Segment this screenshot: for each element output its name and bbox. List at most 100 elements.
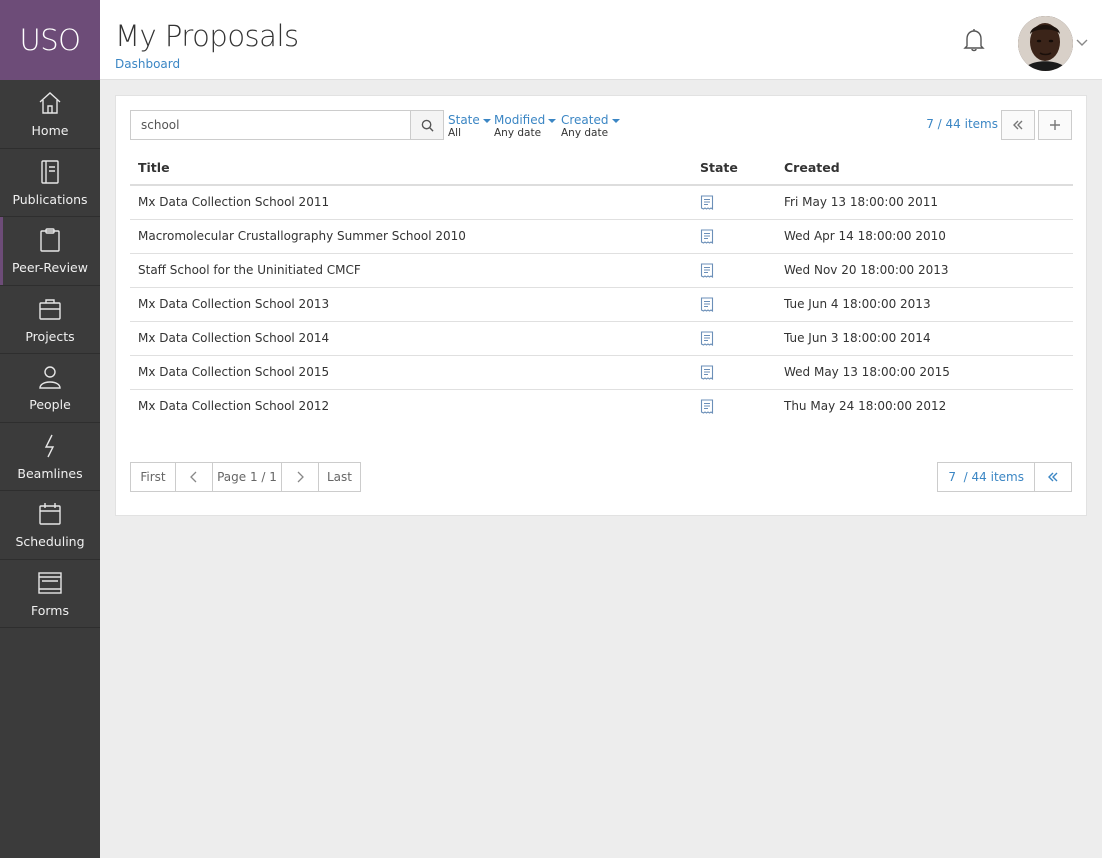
user-menu-toggle[interactable] bbox=[1075, 34, 1089, 46]
search-button[interactable] bbox=[410, 110, 444, 140]
sidebar-item-publications[interactable]: Publications bbox=[0, 149, 100, 217]
table-row[interactable]: Mx Data Collection School 2011 Fri May 13… bbox=[130, 185, 1073, 220]
table-row[interactable]: Mx Data Collection School 2014 Tue Jun 3 … bbox=[130, 321, 1073, 356]
sidebar-item-label: Projects bbox=[25, 328, 75, 344]
table-row[interactable]: Macromolecular Crustallography Summer Sc… bbox=[130, 219, 1073, 254]
bell-icon bbox=[963, 29, 985, 52]
document-icon bbox=[700, 399, 768, 414]
proposal-state bbox=[692, 355, 776, 390]
home-icon bbox=[39, 92, 61, 114]
proposal-state bbox=[692, 253, 776, 288]
proposal-state bbox=[692, 287, 776, 322]
brand-logo[interactable]: USO bbox=[0, 0, 100, 80]
document-icon bbox=[700, 296, 768, 312]
column-header-title[interactable]: Title bbox=[130, 150, 692, 186]
proposal-created: Tue Jun 3 18:00:00 2014 bbox=[776, 321, 1073, 356]
proposals-table: Title State Created Mx Data Collection S… bbox=[130, 150, 1073, 423]
last-page-button[interactable]: Last bbox=[318, 462, 361, 492]
prev-page-button[interactable] bbox=[175, 462, 213, 492]
person-icon bbox=[39, 366, 61, 389]
pagination-summary: 7 / 44 items bbox=[937, 462, 1072, 492]
proposal-state bbox=[692, 185, 776, 220]
proposals-card: State All Modified Any date Created Any … bbox=[115, 95, 1087, 516]
reset-list-button[interactable] bbox=[1001, 110, 1035, 140]
sidebar-item-projects[interactable]: Projects bbox=[0, 286, 100, 354]
clipboard-icon bbox=[40, 228, 60, 252]
page-indicator: Page 1 / 1 bbox=[212, 462, 282, 492]
sidebar-item-beamlines[interactable]: Beamlines bbox=[0, 423, 100, 491]
sidebar-item-forms[interactable]: Forms bbox=[0, 560, 100, 628]
item-count: 7 / 44 items bbox=[926, 117, 998, 131]
proposal-state bbox=[692, 389, 776, 423]
breadcrumb[interactable]: Dashboard bbox=[115, 57, 180, 71]
proposal-title[interactable]: Macromolecular Crustallography Summer Sc… bbox=[130, 219, 692, 254]
sidebar-item-label: Peer-Review bbox=[12, 260, 88, 276]
table-row[interactable]: Mx Data Collection School 2015 Wed May 13… bbox=[130, 355, 1073, 390]
filter-label: Modified bbox=[494, 113, 546, 127]
briefcase-icon bbox=[39, 299, 61, 320]
filter-state[interactable]: State All bbox=[448, 113, 491, 139]
chevron-left-icon bbox=[190, 471, 197, 483]
document-icon bbox=[700, 330, 768, 346]
notifications-button[interactable] bbox=[960, 26, 988, 54]
sidebar-item-label: Home bbox=[31, 123, 69, 139]
first-page-button[interactable]: First bbox=[130, 462, 176, 492]
proposal-title[interactable]: Mx Data Collection School 2015 bbox=[130, 355, 692, 390]
document-icon bbox=[700, 228, 768, 244]
filter-label: Created bbox=[561, 113, 609, 127]
sidebar: USO Home Publications Peer-Review Projec… bbox=[0, 0, 100, 858]
table-row[interactable]: Mx Data Collection School 2013 Tue Jun 4 … bbox=[130, 287, 1073, 322]
search-icon bbox=[421, 119, 434, 132]
caret-down-icon bbox=[611, 119, 620, 123]
item-count: 7 / 44 items bbox=[937, 462, 1035, 492]
filter-modified[interactable]: Modified Any date bbox=[494, 113, 557, 139]
proposal-created: Wed Nov 20 18:00:00 2013 bbox=[776, 253, 1073, 288]
proposal-title[interactable]: Mx Data Collection School 2013 bbox=[130, 287, 692, 322]
filter-value: Any date bbox=[561, 127, 609, 139]
column-header-created[interactable]: Created bbox=[776, 150, 1073, 186]
proposal-state bbox=[692, 219, 776, 254]
reset-list-button[interactable] bbox=[1035, 462, 1072, 492]
double-chevron-left-icon bbox=[1013, 120, 1023, 130]
proposal-title[interactable]: Staff School for the Uninitiated CMCF bbox=[130, 253, 692, 288]
proposal-title[interactable]: Mx Data Collection School 2014 bbox=[130, 321, 692, 356]
pagination: First Page 1 / 1 Last bbox=[130, 462, 361, 492]
avatar-image bbox=[1018, 16, 1073, 71]
proposal-title[interactable]: Mx Data Collection School 2011 bbox=[130, 185, 692, 220]
chevron-down-icon bbox=[1076, 39, 1088, 46]
search-input[interactable] bbox=[130, 110, 410, 140]
column-header-state[interactable]: State bbox=[692, 150, 776, 186]
filter-label: State bbox=[448, 113, 480, 127]
document-icon bbox=[700, 364, 768, 380]
proposal-created: Tue Jun 4 18:00:00 2013 bbox=[776, 287, 1073, 322]
sidebar-item-scheduling[interactable]: Scheduling bbox=[0, 491, 100, 560]
sidebar-item-home[interactable]: Home bbox=[0, 80, 100, 149]
proposal-state bbox=[692, 321, 776, 356]
sidebar-item-peer-review[interactable]: Peer-Review bbox=[0, 217, 100, 286]
chevron-right-icon bbox=[297, 471, 304, 483]
proposal-created: Thu May 24 18:00:00 2012 bbox=[784, 399, 947, 414]
sidebar-item-label: Scheduling bbox=[15, 534, 85, 550]
next-page-button[interactable] bbox=[281, 462, 319, 492]
sidebar-item-label: Forms bbox=[30, 602, 69, 618]
filter-created[interactable]: Created Any date bbox=[561, 113, 620, 139]
table-row[interactable]: Mx Data Collection School 2012 Thu May 24… bbox=[130, 389, 1073, 423]
forms-icon bbox=[38, 572, 62, 594]
caret-down-icon bbox=[548, 119, 557, 123]
proposal-created: Fri May 13 18:00:00 2011 bbox=[776, 185, 1073, 220]
sidebar-item-label: Beamlines bbox=[17, 465, 83, 481]
add-proposal-button[interactable] bbox=[1038, 110, 1072, 140]
page-title: My Proposals bbox=[115, 19, 299, 53]
search-box bbox=[130, 110, 444, 140]
sidebar-item-people[interactable]: People bbox=[0, 354, 100, 423]
header: My Proposals Dashboard bbox=[100, 0, 1102, 80]
proposal-created: Wed Apr 14 18:00:00 2010 bbox=[776, 219, 1073, 254]
lightning-icon bbox=[44, 434, 55, 458]
book-icon bbox=[41, 160, 59, 184]
plus-icon bbox=[1050, 120, 1060, 130]
proposal-title[interactable]: Mx Data Collection School 2012 bbox=[130, 389, 692, 423]
avatar[interactable] bbox=[1018, 16, 1073, 71]
filter-value: All bbox=[448, 127, 462, 139]
caret-down-icon bbox=[482, 119, 491, 123]
table-row[interactable]: Staff School for the Uninitiated CMCF Wed… bbox=[130, 253, 1073, 288]
